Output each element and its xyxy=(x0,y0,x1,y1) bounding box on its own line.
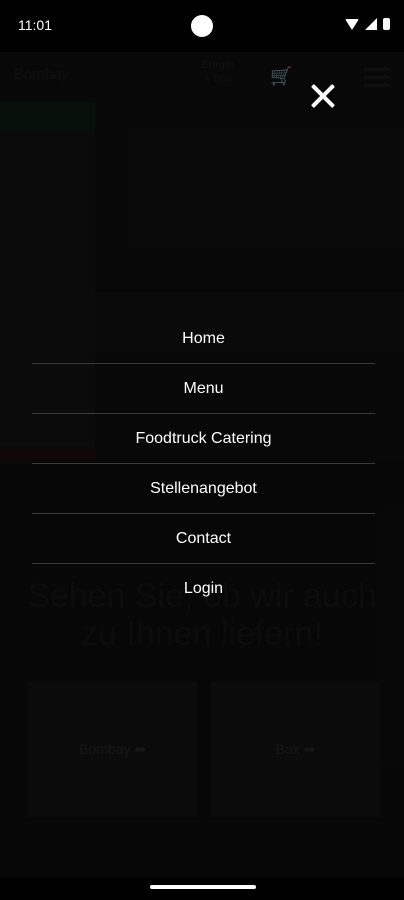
signal-icon xyxy=(365,18,377,30)
status-icons xyxy=(345,18,390,30)
menu-item-label: Foodtruck Catering xyxy=(135,429,272,447)
wifi-icon xyxy=(345,18,359,30)
camera-cutout xyxy=(191,15,213,37)
menu-item-login[interactable]: Login xyxy=(32,564,375,613)
menu-item-label: Login xyxy=(183,579,224,597)
menu-overlay: Home Menu Foodtruck Catering Stellenange… xyxy=(0,52,404,878)
status-bar: 11:01 xyxy=(0,0,404,52)
battery-icon xyxy=(383,18,390,30)
menu-item-contact[interactable]: Contact xyxy=(32,514,375,564)
gesture-bar xyxy=(0,878,404,900)
menu-item-label: Menu xyxy=(183,379,224,397)
menu-item-home[interactable]: Home xyxy=(32,314,375,364)
menu-item-foodtruck-catering[interactable]: Foodtruck Catering xyxy=(32,414,375,464)
home-indicator[interactable] xyxy=(150,885,256,889)
menu-item-label: Home xyxy=(182,329,225,347)
menu-item-stellenangebot[interactable]: Stellenangebot xyxy=(32,464,375,514)
nav-menu: Home Menu Foodtruck Catering Stellenange… xyxy=(32,314,375,613)
close-menu-button[interactable] xyxy=(305,78,341,114)
status-time: 11:01 xyxy=(18,17,52,33)
menu-item-menu[interactable]: Menu xyxy=(32,364,375,414)
menu-item-label: Contact xyxy=(175,529,232,547)
menu-item-label: Stellenangebot xyxy=(150,479,257,497)
